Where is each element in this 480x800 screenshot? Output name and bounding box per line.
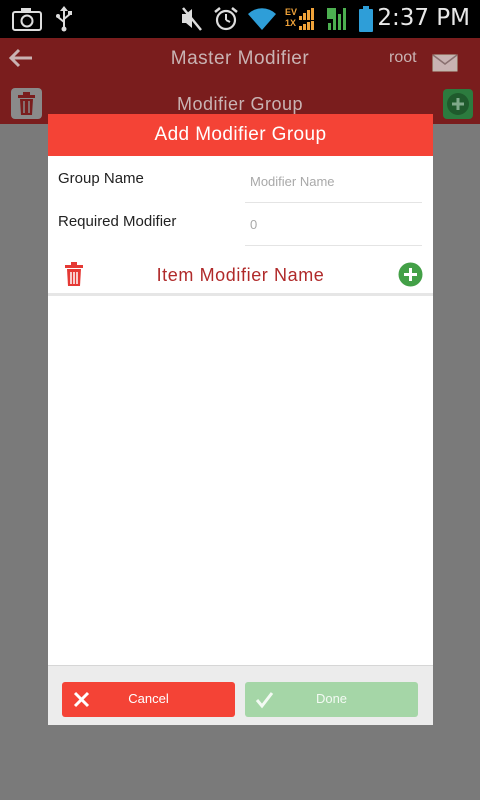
add-item-icon[interactable]	[398, 262, 423, 287]
add-icon	[447, 93, 469, 115]
cancel-button[interactable]: Cancel	[62, 682, 235, 717]
item-modifier-label: Item Modifier Name	[156, 265, 325, 285]
usb-icon	[56, 6, 72, 32]
required-modifier-row: Required Modifier	[48, 203, 433, 246]
add-group-button[interactable]	[443, 89, 473, 119]
done-label: Done	[315, 691, 348, 706]
item-modifier-header: Item Modifier Name	[48, 254, 433, 296]
battery-icon	[359, 6, 373, 32]
wifi-icon	[248, 8, 276, 30]
alarm-icon	[214, 7, 238, 31]
status-bar: EV 1X 2:37 PM	[0, 0, 480, 38]
status-time: 2:37 PM	[377, 5, 470, 31]
item-modifier-list[interactable]	[48, 296, 433, 665]
section-title: Modifier Group	[176, 94, 304, 114]
group-name-row: Group Name	[48, 160, 433, 203]
camera-icon	[12, 8, 42, 31]
network-label-bottom: 1X	[285, 18, 297, 28]
dialog-title: Add Modifier Group	[48, 114, 433, 156]
mail-icon[interactable]	[432, 54, 458, 72]
dialog-footer: Cancel Done	[48, 665, 433, 725]
network-label-top: EV	[285, 7, 298, 17]
evdo-signal-icon: EV 1X	[285, 7, 315, 32]
cell-signal-icon	[327, 8, 346, 30]
group-name-label: Group Name	[58, 170, 144, 187]
add-modifier-group-dialog: Add Modifier Group Group Name Required M…	[48, 114, 433, 725]
mute-icon	[182, 7, 202, 31]
done-button[interactable]: Done	[245, 682, 418, 717]
app-bar: Master Modifier root Modifier Group	[0, 38, 480, 124]
required-modifier-input[interactable]	[245, 203, 422, 246]
cancel-label: Cancel	[128, 691, 169, 706]
user-name: root	[389, 49, 417, 66]
required-modifier-label: Required Modifier	[58, 213, 177, 230]
group-name-input[interactable]	[245, 160, 422, 203]
